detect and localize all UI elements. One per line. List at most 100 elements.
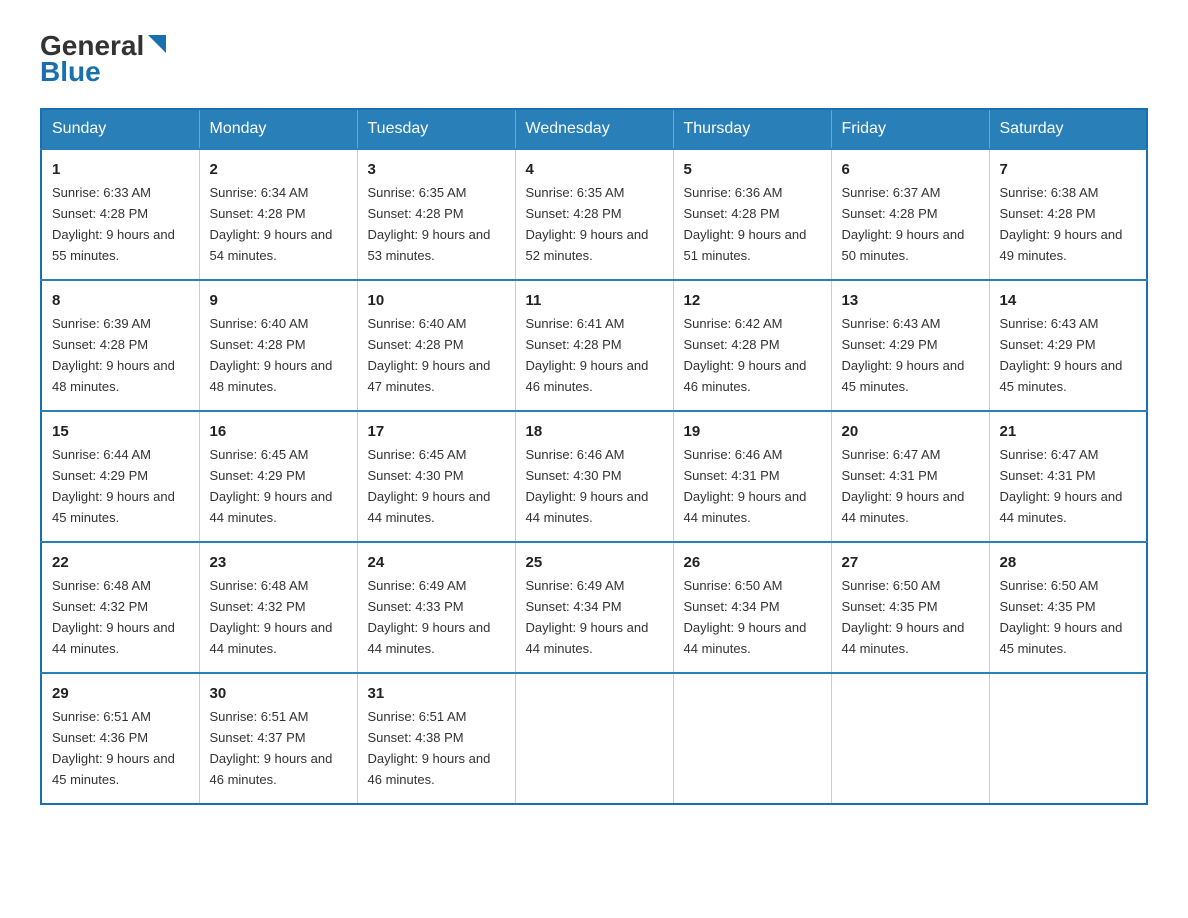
calendar-cell: 11 Sunrise: 6:41 AMSunset: 4:28 PMDayligh… (515, 280, 673, 411)
day-number: 7 (1000, 158, 1137, 181)
calendar-cell: 23 Sunrise: 6:48 AMSunset: 4:32 PMDayligh… (199, 542, 357, 673)
calendar-cell: 16 Sunrise: 6:45 AMSunset: 4:29 PMDayligh… (199, 411, 357, 542)
day-info: Sunrise: 6:34 AMSunset: 4:28 PMDaylight:… (210, 185, 333, 263)
day-info: Sunrise: 6:48 AMSunset: 4:32 PMDaylight:… (52, 578, 175, 656)
day-number: 5 (684, 158, 821, 181)
calendar-cell: 26 Sunrise: 6:50 AMSunset: 4:34 PMDayligh… (673, 542, 831, 673)
day-info: Sunrise: 6:41 AMSunset: 4:28 PMDaylight:… (526, 316, 649, 394)
day-number: 2 (210, 158, 347, 181)
calendar-cell: 13 Sunrise: 6:43 AMSunset: 4:29 PMDayligh… (831, 280, 989, 411)
day-info: Sunrise: 6:45 AMSunset: 4:29 PMDaylight:… (210, 447, 333, 525)
day-info: Sunrise: 6:40 AMSunset: 4:28 PMDaylight:… (368, 316, 491, 394)
day-info: Sunrise: 6:51 AMSunset: 4:38 PMDaylight:… (368, 709, 491, 787)
week-row-5: 29 Sunrise: 6:51 AMSunset: 4:36 PMDayligh… (41, 673, 1147, 804)
calendar-cell: 14Sunrise: 6:43 AMSunset: 4:29 PMDayligh… (989, 280, 1147, 411)
calendar-cell: 21 Sunrise: 6:47 AMSunset: 4:31 PMDayligh… (989, 411, 1147, 542)
day-info: Sunrise: 6:49 AMSunset: 4:34 PMDaylight:… (526, 578, 649, 656)
calendar-cell (989, 673, 1147, 804)
logo-arrow-icon (146, 33, 168, 55)
calendar-cell: 2 Sunrise: 6:34 AMSunset: 4:28 PMDaylight… (199, 149, 357, 280)
day-number: 16 (210, 420, 347, 443)
day-number: 22 (52, 551, 189, 574)
calendar-cell: 24 Sunrise: 6:49 AMSunset: 4:33 PMDayligh… (357, 542, 515, 673)
day-number: 28 (1000, 551, 1137, 574)
week-row-1: 1Sunrise: 6:33 AMSunset: 4:28 PMDaylight… (41, 149, 1147, 280)
page-header: General Blue (40, 30, 1148, 88)
day-number: 23 (210, 551, 347, 574)
day-number: 29 (52, 682, 189, 705)
calendar-cell: 15 Sunrise: 6:44 AMSunset: 4:29 PMDayligh… (41, 411, 199, 542)
header-wednesday: Wednesday (515, 109, 673, 149)
calendar-cell: 31 Sunrise: 6:51 AMSunset: 4:38 PMDayligh… (357, 673, 515, 804)
day-info: Sunrise: 6:36 AMSunset: 4:28 PMDaylight:… (684, 185, 807, 263)
calendar-table: SundayMondayTuesdayWednesdayThursdayFrid… (40, 108, 1148, 805)
calendar-cell: 7 Sunrise: 6:38 AMSunset: 4:28 PMDaylight… (989, 149, 1147, 280)
day-info: Sunrise: 6:48 AMSunset: 4:32 PMDaylight:… (210, 578, 333, 656)
day-info: Sunrise: 6:51 AMSunset: 4:36 PMDaylight:… (52, 709, 175, 787)
day-info: Sunrise: 6:40 AMSunset: 4:28 PMDaylight:… (210, 316, 333, 394)
day-info: Sunrise: 6:44 AMSunset: 4:29 PMDaylight:… (52, 447, 175, 525)
day-info: Sunrise: 6:35 AMSunset: 4:28 PMDaylight:… (368, 185, 491, 263)
day-info: Sunrise: 6:42 AMSunset: 4:28 PMDaylight:… (684, 316, 807, 394)
day-number: 9 (210, 289, 347, 312)
day-number: 11 (526, 289, 663, 312)
calendar-cell (831, 673, 989, 804)
calendar-cell: 1Sunrise: 6:33 AMSunset: 4:28 PMDaylight… (41, 149, 199, 280)
day-number: 21 (1000, 420, 1137, 443)
calendar-cell: 3 Sunrise: 6:35 AMSunset: 4:28 PMDaylight… (357, 149, 515, 280)
calendar-cell: 20 Sunrise: 6:47 AMSunset: 4:31 PMDayligh… (831, 411, 989, 542)
header-friday: Friday (831, 109, 989, 149)
day-number: 13 (842, 289, 979, 312)
day-info: Sunrise: 6:39 AMSunset: 4:28 PMDaylight:… (52, 316, 175, 394)
day-number: 18 (526, 420, 663, 443)
day-info: Sunrise: 6:46 AMSunset: 4:31 PMDaylight:… (684, 447, 807, 525)
day-number: 8 (52, 289, 189, 312)
calendar-cell: 30 Sunrise: 6:51 AMSunset: 4:37 PMDayligh… (199, 673, 357, 804)
calendar-cell: 25Sunrise: 6:49 AMSunset: 4:34 PMDayligh… (515, 542, 673, 673)
day-number: 30 (210, 682, 347, 705)
calendar-cell: 12 Sunrise: 6:42 AMSunset: 4:28 PMDayligh… (673, 280, 831, 411)
day-info: Sunrise: 6:46 AMSunset: 4:30 PMDaylight:… (526, 447, 649, 525)
calendar-cell: 5 Sunrise: 6:36 AMSunset: 4:28 PMDaylight… (673, 149, 831, 280)
calendar-cell: 28Sunrise: 6:50 AMSunset: 4:35 PMDayligh… (989, 542, 1147, 673)
day-info: Sunrise: 6:50 AMSunset: 4:34 PMDaylight:… (684, 578, 807, 656)
day-info: Sunrise: 6:49 AMSunset: 4:33 PMDaylight:… (368, 578, 491, 656)
header-monday: Monday (199, 109, 357, 149)
day-number: 3 (368, 158, 505, 181)
day-number: 20 (842, 420, 979, 443)
week-row-4: 22 Sunrise: 6:48 AMSunset: 4:32 PMDayligh… (41, 542, 1147, 673)
header-saturday: Saturday (989, 109, 1147, 149)
day-info: Sunrise: 6:51 AMSunset: 4:37 PMDaylight:… (210, 709, 333, 787)
day-number: 31 (368, 682, 505, 705)
header-sunday: Sunday (41, 109, 199, 149)
day-number: 12 (684, 289, 821, 312)
day-info: Sunrise: 6:37 AMSunset: 4:28 PMDaylight:… (842, 185, 965, 263)
calendar-cell: 9 Sunrise: 6:40 AMSunset: 4:28 PMDaylight… (199, 280, 357, 411)
day-number: 15 (52, 420, 189, 443)
calendar-cell: 6 Sunrise: 6:37 AMSunset: 4:28 PMDaylight… (831, 149, 989, 280)
calendar-header-row: SundayMondayTuesdayWednesdayThursdayFrid… (41, 109, 1147, 149)
week-row-3: 15 Sunrise: 6:44 AMSunset: 4:29 PMDayligh… (41, 411, 1147, 542)
day-info: Sunrise: 6:45 AMSunset: 4:30 PMDaylight:… (368, 447, 491, 525)
calendar-cell (515, 673, 673, 804)
day-number: 26 (684, 551, 821, 574)
calendar-cell: 17Sunrise: 6:45 AMSunset: 4:30 PMDayligh… (357, 411, 515, 542)
day-info: Sunrise: 6:43 AMSunset: 4:29 PMDaylight:… (842, 316, 965, 394)
calendar-cell: 10Sunrise: 6:40 AMSunset: 4:28 PMDayligh… (357, 280, 515, 411)
day-number: 4 (526, 158, 663, 181)
day-info: Sunrise: 6:35 AMSunset: 4:28 PMDaylight:… (526, 185, 649, 263)
day-info: Sunrise: 6:33 AMSunset: 4:28 PMDaylight:… (52, 185, 175, 263)
day-number: 6 (842, 158, 979, 181)
day-info: Sunrise: 6:43 AMSunset: 4:29 PMDaylight:… (1000, 316, 1123, 394)
day-info: Sunrise: 6:50 AMSunset: 4:35 PMDaylight:… (842, 578, 965, 656)
calendar-cell: 4 Sunrise: 6:35 AMSunset: 4:28 PMDaylight… (515, 149, 673, 280)
day-number: 24 (368, 551, 505, 574)
day-info: Sunrise: 6:47 AMSunset: 4:31 PMDaylight:… (1000, 447, 1123, 525)
calendar-cell: 19 Sunrise: 6:46 AMSunset: 4:31 PMDayligh… (673, 411, 831, 542)
header-thursday: Thursday (673, 109, 831, 149)
day-info: Sunrise: 6:38 AMSunset: 4:28 PMDaylight:… (1000, 185, 1123, 263)
calendar-cell: 22 Sunrise: 6:48 AMSunset: 4:32 PMDayligh… (41, 542, 199, 673)
calendar-cell (673, 673, 831, 804)
day-info: Sunrise: 6:47 AMSunset: 4:31 PMDaylight:… (842, 447, 965, 525)
day-number: 19 (684, 420, 821, 443)
